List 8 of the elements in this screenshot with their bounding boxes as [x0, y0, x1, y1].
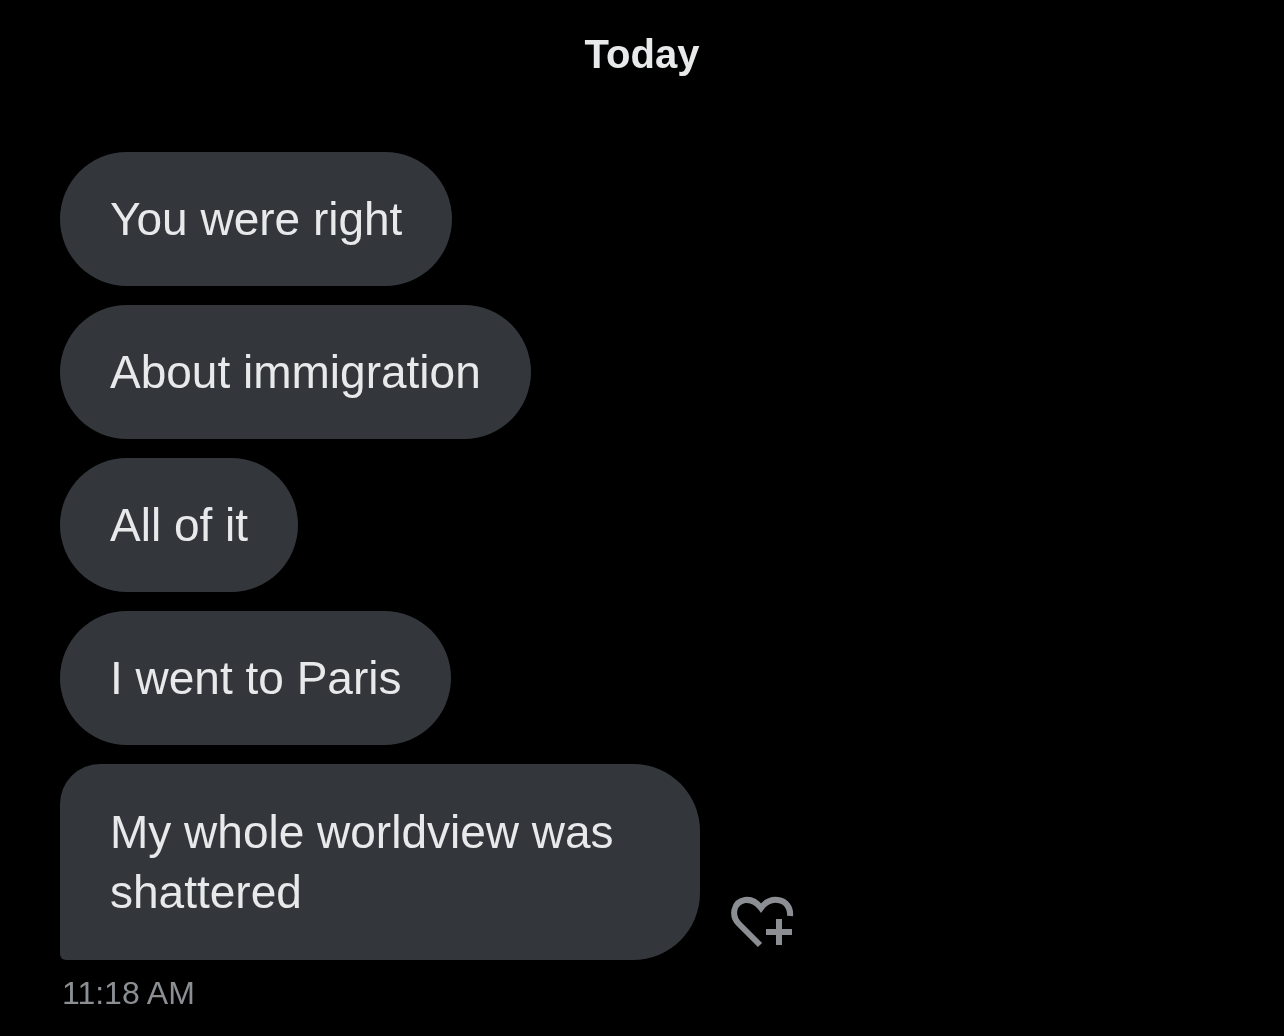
heart-plus-icon[interactable] — [730, 896, 794, 948]
message-bubble: About immigration — [60, 305, 531, 439]
timestamp: 11:18 AM — [62, 975, 195, 1011]
message-bubble: I went to Paris — [60, 611, 452, 745]
message-bubble: You were right — [60, 152, 453, 286]
message-bubble: All of it — [60, 458, 299, 592]
message-bubble: My whole worldview was shattered — [60, 764, 700, 960]
date-divider: Today — [584, 31, 700, 78]
